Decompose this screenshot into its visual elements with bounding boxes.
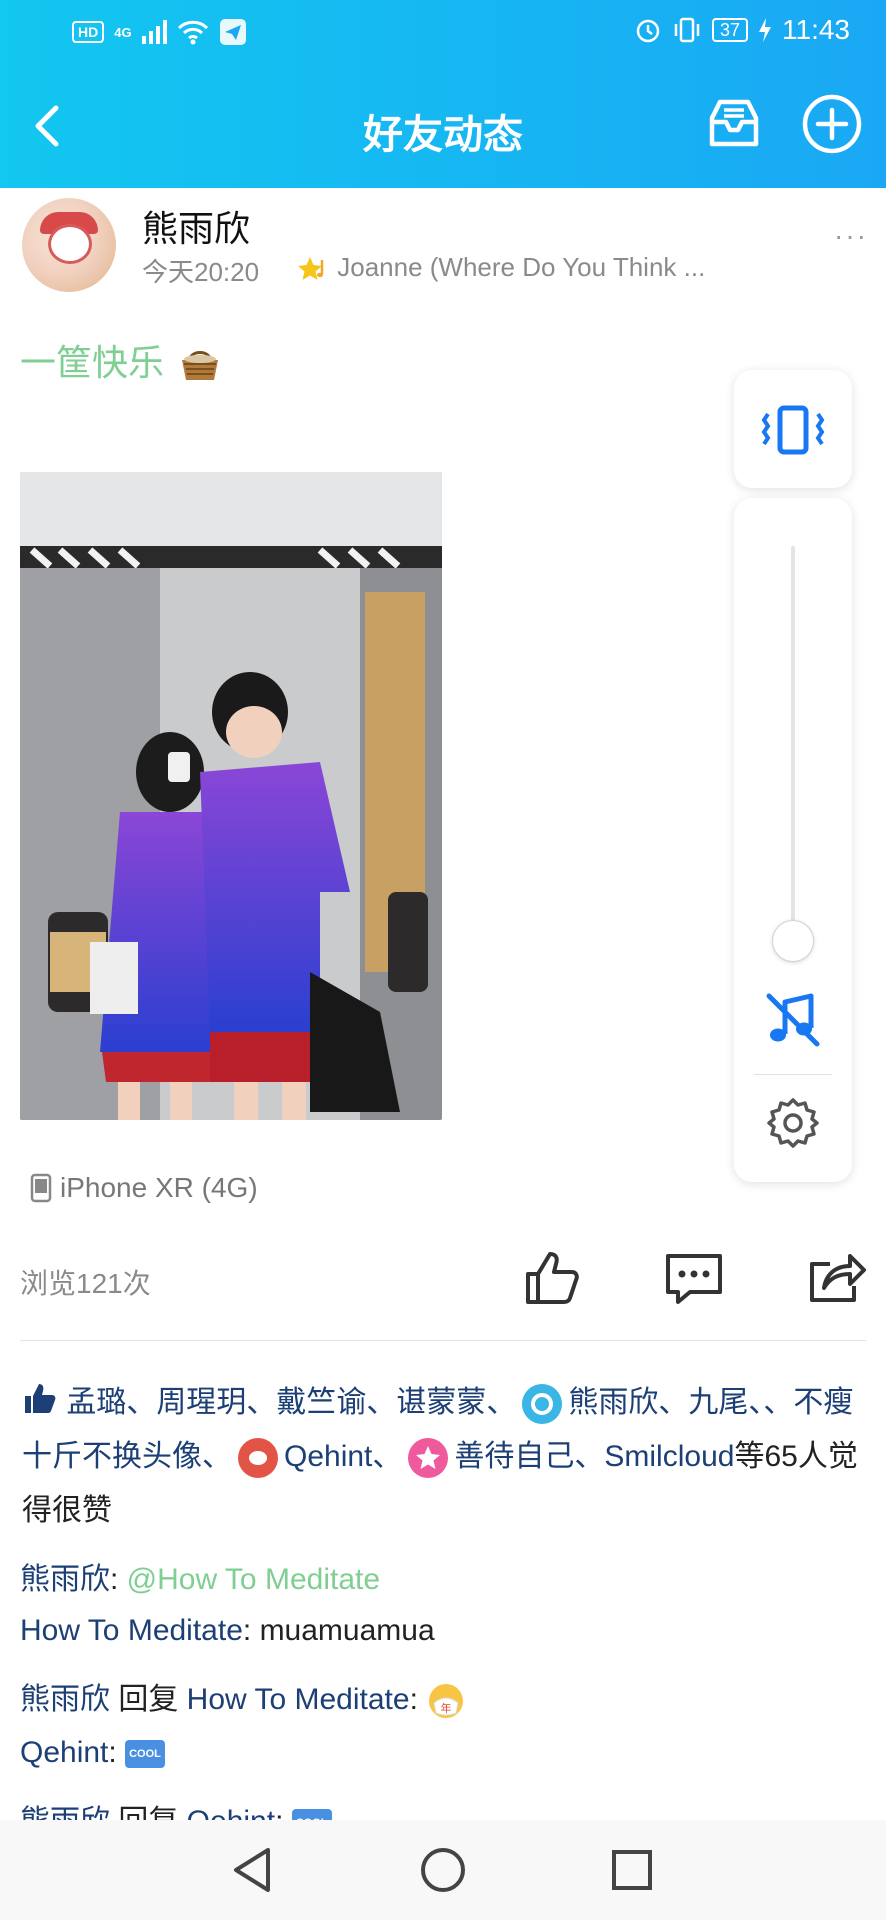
comment-author[interactable]: 熊雨欣 xyxy=(20,1805,110,1820)
nav-header: 好友动态 xyxy=(0,66,886,188)
share-icon xyxy=(810,1254,866,1302)
post-time: 今天20:20 xyxy=(142,257,260,287)
comment-author[interactable]: 熊雨欣 xyxy=(20,1683,110,1716)
cool-emoji-icon: COOL xyxy=(291,1809,332,1820)
add-circle-icon xyxy=(802,94,862,154)
vibrate-icon xyxy=(761,405,825,455)
post-caption: 一筐快乐 xyxy=(20,334,222,386)
panel-divider xyxy=(754,1074,832,1075)
system-nav-bar xyxy=(0,1820,886,1920)
volume-panel xyxy=(734,498,852,1182)
comment-author[interactable]: 熊雨欣 xyxy=(20,1563,110,1596)
nav-recents-button[interactable] xyxy=(602,1840,662,1900)
network-type: 4G xyxy=(114,24,132,40)
post-photo[interactable] xyxy=(20,472,442,1120)
battery-level: 37 xyxy=(711,18,748,42)
song-title: Joanne (Where Do You Think ... xyxy=(337,252,706,282)
gear-icon xyxy=(767,1098,819,1148)
comment-author[interactable]: Qehint xyxy=(20,1736,108,1769)
nav-home-button[interactable] xyxy=(413,1840,473,1900)
phone-icon xyxy=(30,1173,52,1203)
wifi-icon xyxy=(177,20,208,45)
hd-badge: HD xyxy=(72,21,105,43)
vibrate-mode-button[interactable] xyxy=(734,370,852,488)
basket-emoji-icon xyxy=(182,351,219,381)
add-button[interactable] xyxy=(800,92,864,156)
comment-reply-target[interactable]: Qehint xyxy=(187,1805,275,1820)
media-mute-button[interactable] xyxy=(763,990,823,1050)
vibrate-status-icon xyxy=(674,17,700,43)
circle-home-icon xyxy=(421,1848,465,1892)
square-recents-icon xyxy=(612,1850,652,1890)
circle-badge-icon xyxy=(522,1384,563,1425)
liker-smilcloud[interactable]: Smilcloud xyxy=(604,1440,734,1473)
liker-xiongyuxin[interactable]: 熊雨欣 xyxy=(568,1386,658,1419)
svg-text:年: 年 xyxy=(441,1701,452,1715)
paw-badge-icon xyxy=(238,1438,278,1479)
status-bar: HD 4G 37 11:43 xyxy=(0,0,886,66)
divider xyxy=(20,1340,866,1341)
clock: 11:43 xyxy=(782,14,850,45)
liker-names[interactable]: 孟璐、周瑆玥、戴竺谕、谌蒙蒙、 xyxy=(66,1386,516,1419)
inbox-button[interactable] xyxy=(702,92,766,156)
author-avatar[interactable] xyxy=(22,198,116,292)
liker-shandaiziji[interactable]: 善待自己 xyxy=(454,1440,574,1473)
volume-slider-thumb[interactable] xyxy=(772,920,814,962)
comment-button[interactable] xyxy=(662,1246,726,1310)
comment-row[interactable]: 熊雨欣: @How To Meditate xyxy=(20,1554,380,1598)
share-button[interactable] xyxy=(804,1246,868,1310)
comment-row[interactable]: 熊雨欣 回复 How To Meditate: 年 xyxy=(20,1674,466,1721)
view-count: 浏览121次 xyxy=(20,1268,151,1299)
mask-face-emoji-icon: 年 xyxy=(429,1684,464,1719)
volume-slider-track[interactable] xyxy=(791,546,795,938)
comment-reply-target[interactable]: How To Meditate xyxy=(187,1683,410,1716)
likes-list: 孟璐、周瑆玥、戴竺谕、谌蒙蒙、 熊雨欣、九尾、、不瘦十斤不换头像、 Qehint、善… xyxy=(22,1376,862,1538)
comment-row[interactable]: Qehint: COOL xyxy=(20,1736,165,1770)
more-options-button[interactable]: ··· xyxy=(834,220,868,252)
device-name: iPhone XR (4G) xyxy=(60,1172,258,1203)
inbox-icon xyxy=(709,99,759,147)
cool-emoji-icon: COOL xyxy=(125,1740,165,1769)
alarm-icon xyxy=(636,19,660,43)
top-bar: HD 4G 37 11:43 好友动态 xyxy=(0,0,886,188)
nav-back-button[interactable] xyxy=(224,1840,284,1900)
comment-mention[interactable]: @How To Meditate xyxy=(127,1563,380,1596)
liker-qehint[interactable]: Qehint xyxy=(284,1440,372,1473)
author-name[interactable]: 熊雨欣 xyxy=(142,200,250,252)
comment-author[interactable]: How To Meditate xyxy=(20,1614,243,1647)
music-muted-icon xyxy=(766,993,820,1047)
like-button[interactable] xyxy=(520,1246,584,1310)
comment-icon xyxy=(666,1254,722,1304)
comment-text: muamuamua xyxy=(259,1614,435,1647)
signal-icon xyxy=(141,20,167,44)
caption-text: 一筐快乐 xyxy=(20,342,165,383)
comment-row[interactable]: How To Meditate: muamuamua xyxy=(20,1614,435,1648)
triangle-back-icon xyxy=(234,1848,270,1892)
thumbs-up-icon xyxy=(526,1252,579,1304)
song-link[interactable]: Joanne (Where Do You Think ... xyxy=(296,252,705,284)
send-app-icon xyxy=(219,19,246,45)
elevator-photo xyxy=(20,472,442,1120)
comment-row[interactable]: 熊雨欣 回复 Qehint: COOL xyxy=(20,1796,332,1820)
star-music-icon xyxy=(298,257,324,281)
device-info: iPhone XR (4G) xyxy=(30,1172,258,1204)
charging-icon xyxy=(759,18,771,42)
sound-settings-button[interactable] xyxy=(766,1096,820,1150)
thumbs-up-filled-icon xyxy=(25,1384,56,1413)
star-badge-icon xyxy=(408,1438,449,1479)
